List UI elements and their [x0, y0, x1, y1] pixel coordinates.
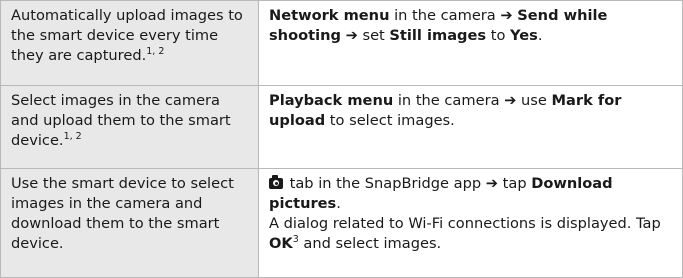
task-cell: Automatically upload images to the smart…: [0, 0, 259, 86]
arrow-icon: ➔: [345, 27, 358, 44]
step-text: tab in the SnapBridge app: [285, 175, 486, 192]
task-text: Select images in the camera and upload t…: [11, 92, 231, 149]
menu-name: Playback menu: [269, 92, 394, 109]
camera-icon: [269, 175, 283, 189]
arrow-icon: ➔: [485, 175, 499, 192]
step-text: .: [336, 195, 341, 212]
step-text: to: [486, 27, 511, 44]
step-text: and select images.: [298, 235, 442, 252]
task-text: Automatically upload images to the smart…: [11, 7, 243, 64]
step-text: in the camera: [389, 7, 501, 24]
footnote-ref: 1, 2: [146, 46, 165, 58]
steps-cell: tab in the SnapBridge app ➔ tap Download…: [258, 168, 683, 278]
steps-cell: Network menu in the camera ➔ Send while …: [258, 0, 683, 86]
arrow-icon: ➔: [500, 7, 513, 24]
steps-cell: Playback menu in the camera ➔ use Mark f…: [258, 85, 683, 169]
step-text: .: [537, 27, 543, 44]
step-text: tap: [498, 175, 532, 192]
table-row: Automatically upload images to the smart…: [0, 0, 683, 86]
step-text: use: [516, 92, 552, 109]
table-row: Use the smart device to select images in…: [0, 168, 683, 278]
step-text: in the camera: [393, 92, 505, 109]
ok-label: OK: [269, 235, 293, 252]
step-line: A dialog related to Wi-Fi connections is…: [269, 214, 672, 254]
menu-name: Network menu: [269, 7, 390, 24]
step-text: to select images.: [325, 112, 455, 129]
menu-item: Still images: [389, 27, 487, 44]
task-cell: Select images in the camera and upload t…: [0, 85, 259, 169]
step-line: tab in the SnapBridge app ➔ tap Download…: [269, 174, 672, 214]
step-text: A dialog related to Wi-Fi connections is…: [269, 215, 661, 232]
arrow-icon: ➔: [504, 92, 517, 109]
task-cell: Use the smart device to select images in…: [0, 168, 259, 278]
task-text: Use the smart device to select images in…: [11, 175, 234, 252]
footnote-ref: 1, 2: [63, 131, 82, 143]
table-row: Select images in the camera and upload t…: [0, 85, 683, 169]
setting-value: Yes: [510, 27, 538, 44]
step-text: set: [357, 27, 390, 44]
feature-table: Automatically upload images to the smart…: [0, 0, 683, 278]
